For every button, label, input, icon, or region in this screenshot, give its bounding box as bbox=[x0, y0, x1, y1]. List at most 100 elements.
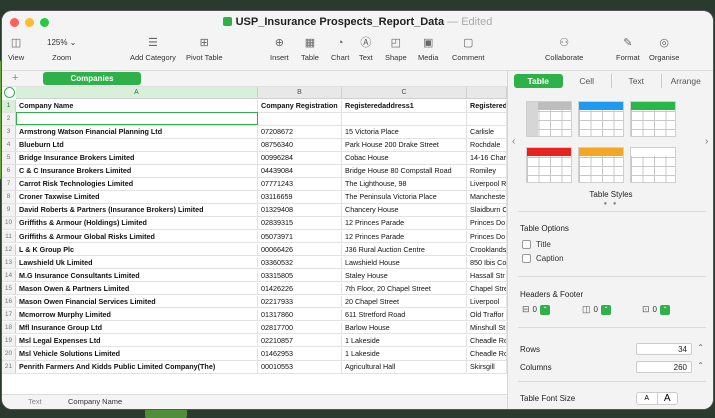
table-cell[interactable]: Carrot Risk Technologies Limited bbox=[16, 178, 258, 190]
table-cell[interactable]: 611 Stretford Road bbox=[342, 308, 467, 321]
table-cell[interactable]: 01329408 bbox=[258, 204, 342, 216]
table-cell[interactable]: The Lighthouse, 98 bbox=[342, 178, 467, 190]
media-button[interactable]: ▣ Media bbox=[418, 35, 438, 62]
column-header-b[interactable]: B bbox=[258, 87, 342, 99]
table-style-thumbnail[interactable] bbox=[578, 147, 624, 183]
table-cell[interactable]: Msl Legal Expenses Ltd bbox=[16, 334, 258, 347]
table-cell[interactable]: 03116659 bbox=[258, 191, 342, 203]
row-number[interactable]: 8 bbox=[2, 191, 16, 203]
insert-button[interactable]: ⊕ Insert bbox=[270, 35, 289, 62]
add-category-button[interactable]: ☰ Add Category bbox=[130, 35, 176, 62]
row-number[interactable]: 2 bbox=[2, 113, 16, 125]
table-select-handle[interactable] bbox=[4, 87, 15, 98]
decrease-font-button[interactable]: A bbox=[637, 393, 657, 404]
table-cell[interactable]: Barlow House bbox=[342, 321, 467, 334]
table-cell[interactable]: 20 Chapel Street bbox=[342, 295, 467, 308]
row-number[interactable]: 13 bbox=[2, 256, 16, 269]
chevron-left-icon[interactable]: ‹ bbox=[512, 136, 515, 147]
header-rows-stepper[interactable]: ⊟ 0 ⌃ bbox=[522, 304, 550, 315]
row-number[interactable]: 4 bbox=[2, 139, 16, 151]
table-cell[interactable]: Crooklands bbox=[467, 243, 507, 256]
table-cell[interactable]: Liverpool bbox=[467, 295, 507, 308]
table-cell[interactable]: Old Traffor bbox=[467, 308, 507, 321]
table-cell[interactable]: Mason Owen & Partners Limited bbox=[16, 282, 258, 295]
table-cell[interactable]: C & C Insurance Brokers Limited bbox=[16, 165, 258, 177]
table-cell[interactable]: Griffiths & Armour Global Risks Limited bbox=[16, 230, 258, 243]
table-cell[interactable]: 1 Lakeside bbox=[342, 334, 467, 347]
table-cell[interactable]: Armstrong Watson Financial Planning Ltd bbox=[16, 126, 258, 138]
table-style-thumbnail[interactable] bbox=[578, 101, 624, 137]
table-cell[interactable]: 02839315 bbox=[258, 217, 342, 230]
table-cell[interactable]: Chapel Stre bbox=[467, 282, 507, 295]
caption-checkbox[interactable] bbox=[522, 254, 531, 263]
tab-table[interactable]: Table bbox=[514, 74, 563, 88]
stepper-icon[interactable]: ⌃ bbox=[540, 304, 550, 315]
tab-text[interactable]: Text bbox=[612, 74, 662, 88]
table-cell[interactable]: 07208672 bbox=[258, 126, 342, 138]
table-cell[interactable]: David Roberts & Partners (Insurance Brok… bbox=[16, 204, 258, 216]
comment-button[interactable]: ▢ Comment bbox=[452, 35, 485, 62]
row-number[interactable]: 17 bbox=[2, 308, 16, 321]
row-number[interactable]: 20 bbox=[2, 347, 16, 360]
row-number[interactable]: 9 bbox=[2, 204, 16, 216]
table-cell[interactable]: Blueburn Ltd bbox=[16, 139, 258, 151]
table-cell[interactable]: J36 Rural Auction Centre bbox=[342, 243, 467, 256]
caption-option[interactable]: Caption bbox=[522, 254, 564, 263]
table-cell[interactable] bbox=[342, 113, 467, 125]
table-cell[interactable]: Minshull St bbox=[467, 321, 507, 334]
table-cell[interactable]: 14-16 Char bbox=[467, 152, 507, 164]
table-cell[interactable]: 02817700 bbox=[258, 321, 342, 334]
shape-button[interactable]: ◰ Shape bbox=[385, 35, 407, 62]
row-number[interactable]: 7 bbox=[2, 178, 16, 190]
tab-cell[interactable]: Cell bbox=[563, 74, 612, 88]
table-style-thumbnail[interactable] bbox=[630, 147, 676, 183]
columns-stepper-icon[interactable]: ⌃ bbox=[697, 361, 704, 370]
table-cell[interactable]: 1 Lakeside bbox=[342, 347, 467, 360]
table-cell[interactable]: 12 Princes Parade bbox=[342, 217, 467, 230]
table-cell[interactable]: Mason Owen Financial Services Limited bbox=[16, 295, 258, 308]
table-cell[interactable]: Carlisle bbox=[467, 126, 507, 138]
table-cell[interactable]: Msl Vehicle Solutions Limited bbox=[16, 347, 258, 360]
stepper-icon[interactable]: ⌃ bbox=[600, 304, 611, 315]
table-cell[interactable]: Park House 200 Drake Street bbox=[342, 139, 467, 151]
table-cell[interactable]: Cheadle Ro bbox=[467, 347, 507, 360]
table-style-thumbnail[interactable] bbox=[526, 101, 572, 137]
table-cell[interactable]: Princes Do bbox=[467, 217, 507, 230]
stepper-icon[interactable]: ⌃ bbox=[660, 304, 670, 315]
columns-input[interactable]: 260 bbox=[636, 361, 692, 373]
table-cell[interactable]: 12 Princes Parade bbox=[342, 230, 467, 243]
column-header-c[interactable]: C bbox=[342, 87, 467, 99]
view-button[interactable]: ◫ View bbox=[8, 35, 24, 62]
rows-stepper-icon[interactable]: ⌃ bbox=[697, 343, 704, 352]
table-cell[interactable]: Bridge Insurance Brokers Limited bbox=[16, 152, 258, 164]
zoom-select[interactable]: 125% ⌄ bbox=[44, 35, 79, 51]
row-number[interactable]: 11 bbox=[2, 230, 16, 243]
table-cell[interactable]: 08756340 bbox=[258, 139, 342, 151]
table-cell[interactable]: 04439084 bbox=[258, 165, 342, 177]
pivot-table-button[interactable]: ⊞ Pivot Table bbox=[186, 35, 223, 62]
row-number[interactable]: 14 bbox=[2, 269, 16, 282]
column-header-d[interactable] bbox=[467, 87, 507, 99]
table-cell[interactable] bbox=[16, 113, 258, 125]
table-cell[interactable]: Cheadle Ro bbox=[467, 334, 507, 347]
table-cell[interactable]: 850 Ibis Co bbox=[467, 256, 507, 269]
table-cell[interactable]: 07771243 bbox=[258, 178, 342, 190]
row-number[interactable]: 21 bbox=[2, 361, 16, 373]
table-cell[interactable]: Staley House bbox=[342, 269, 467, 282]
table-cell[interactable]: Mfl Insurance Group Ltd bbox=[16, 321, 258, 334]
table-cell[interactable]: Penrith Farmers And Kidds Public Limited… bbox=[16, 361, 258, 373]
row-number[interactable]: 12 bbox=[2, 243, 16, 256]
collaborate-button[interactable]: ⚇ Collaborate bbox=[545, 35, 583, 62]
organise-button[interactable]: ◎ Organise bbox=[649, 35, 679, 62]
table-cell[interactable]: The Peninsula Victoria Place bbox=[342, 191, 467, 203]
table-cell[interactable]: 05073971 bbox=[258, 230, 342, 243]
row-number[interactable]: 6 bbox=[2, 165, 16, 177]
chart-button[interactable]: ◔ Chart bbox=[331, 35, 349, 62]
table-cell[interactable]: 7th Floor, 20 Chapel Street bbox=[342, 282, 467, 295]
table-cell[interactable]: Slaidburn C bbox=[467, 204, 507, 216]
zoom-control[interactable]: 125% ⌄ Zoom bbox=[44, 35, 79, 62]
table-cell[interactable]: 01426226 bbox=[258, 282, 342, 295]
table-cell[interactable]: M.G Insurance Consultants Limited bbox=[16, 269, 258, 282]
row-number[interactable]: 1 bbox=[2, 100, 16, 112]
table-cell[interactable]: 02217933 bbox=[258, 295, 342, 308]
